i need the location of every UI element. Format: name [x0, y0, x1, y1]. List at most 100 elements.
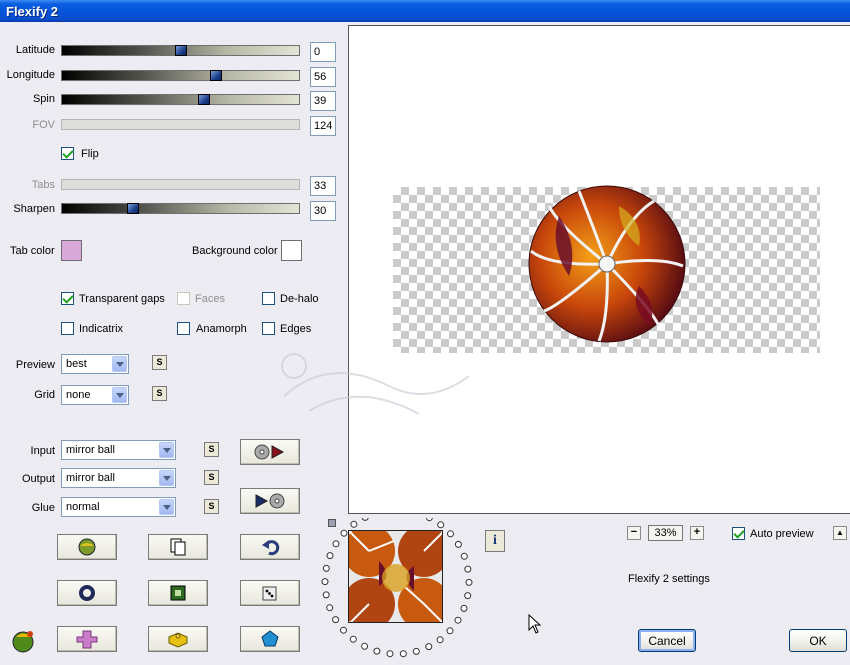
spin-slider-thumb[interactable] — [198, 94, 211, 105]
copy-settings-button[interactable] — [148, 534, 208, 560]
preview-select[interactable]: best — [61, 354, 129, 374]
preview-label: Preview — [15, 359, 55, 371]
chevron-down-icon[interactable] — [159, 499, 174, 515]
undo-button[interactable] — [240, 534, 300, 560]
input-select[interactable]: mirror ball — [61, 440, 176, 460]
grid-select[interactable]: none — [61, 385, 129, 405]
longitude-slider-thumb[interactable] — [210, 70, 223, 81]
tabs-value[interactable]: 33 — [310, 176, 336, 196]
ring-dot — [465, 578, 473, 586]
output-s-button[interactable]: S — [204, 470, 219, 485]
brick-icon — [168, 632, 188, 648]
window-title: Flexify 2 — [6, 4, 59, 19]
zoom-level: 33% — [648, 525, 683, 541]
faces-checkbox — [177, 292, 190, 305]
ring-dot — [350, 520, 358, 528]
copy-pages-icon — [170, 538, 186, 556]
copy-output-to-input-button[interactable] — [240, 488, 300, 514]
globe-icon — [78, 538, 96, 556]
glue-s-button[interactable]: S — [204, 499, 219, 514]
watermark-logo — [281, 353, 470, 415]
pentagon-icon — [261, 630, 279, 647]
chevron-down-icon[interactable] — [159, 442, 174, 458]
scroll-up-button[interactable]: ▲ — [833, 526, 847, 540]
dehalo-label: De-halo — [280, 293, 319, 305]
ring-handle[interactable] — [328, 519, 336, 527]
latitude-value[interactable]: 0 — [310, 42, 336, 62]
fov-slider — [61, 119, 300, 130]
fov-value[interactable]: 124 — [310, 116, 336, 136]
glue-select-value: normal — [66, 501, 100, 513]
latitude-slider-thumb[interactable] — [174, 45, 187, 56]
ring-dot — [332, 540, 340, 548]
output-select[interactable]: mirror ball — [61, 468, 176, 488]
longitude-value[interactable]: 56 — [310, 67, 336, 87]
grid-label: Grid — [34, 389, 55, 401]
ring-dot — [399, 650, 407, 658]
glue-select[interactable]: normal — [61, 497, 176, 517]
ring-dot — [437, 521, 445, 529]
cancel-button[interactable]: Cancel — [638, 629, 696, 652]
fov-label: FOV — [32, 119, 55, 131]
ring-dot — [446, 627, 454, 635]
indicatrix-checkbox[interactable] — [61, 322, 74, 335]
square-frame-icon — [170, 585, 186, 601]
ring-dot — [326, 604, 334, 612]
ring-dot — [464, 565, 472, 573]
flip-checkbox[interactable] — [61, 147, 74, 160]
transparent-gaps-checkbox[interactable] — [61, 292, 74, 305]
grid-s-button[interactable]: S — [152, 386, 167, 401]
auto-preview-checkbox[interactable] — [732, 527, 745, 540]
ring-dot — [361, 518, 369, 521]
edges-checkbox[interactable] — [262, 322, 275, 335]
zoom-in-button[interactable]: + — [690, 526, 704, 540]
preview-s-button[interactable]: S — [152, 355, 167, 370]
brick-button[interactable] — [148, 626, 208, 652]
ring-dot — [326, 552, 334, 560]
input-s-button[interactable]: S — [204, 442, 219, 457]
anamorph-checkbox[interactable] — [177, 322, 190, 335]
sharpen-value[interactable]: 30 — [310, 201, 336, 221]
ring-button[interactable] — [57, 580, 117, 606]
info-button[interactable]: i — [485, 530, 505, 552]
chevron-down-icon[interactable] — [112, 356, 127, 372]
ring-dot — [454, 616, 462, 624]
transparent-gaps-label: Transparent gaps — [79, 293, 165, 305]
chevron-down-icon[interactable] — [112, 387, 127, 403]
sharpen-slider[interactable] — [61, 203, 300, 214]
flip-label: Flip — [81, 148, 99, 160]
spin-slider[interactable] — [61, 94, 300, 105]
sharpen-slider-thumb[interactable] — [127, 203, 140, 214]
faces-label: Faces — [195, 293, 225, 305]
background-color-swatch[interactable] — [281, 240, 302, 261]
longitude-slider[interactable] — [61, 70, 300, 81]
zoom-out-button[interactable]: − — [627, 526, 641, 540]
cross-button[interactable] — [57, 626, 117, 652]
mouse-cursor-icon — [528, 614, 542, 634]
dehalo-checkbox[interactable] — [262, 292, 275, 305]
tab-color-swatch[interactable] — [61, 240, 82, 261]
random-dice-button[interactable] — [240, 580, 300, 606]
longitude-label: Longitude — [6, 69, 55, 81]
indicatrix-label: Indicatrix — [79, 323, 124, 335]
tab-color-label: Tab color — [10, 245, 55, 257]
latitude-slider[interactable] — [61, 45, 300, 56]
copy-input-to-output-button[interactable] — [240, 439, 300, 465]
ring-icon — [79, 585, 95, 601]
frame-button[interactable] — [148, 580, 208, 606]
pentagon-button[interactable] — [240, 626, 300, 652]
ring-dot — [460, 552, 468, 560]
settings-title: Flexify 2 settings — [628, 573, 710, 585]
ok-button[interactable]: OK — [789, 629, 847, 652]
ring-dot — [349, 635, 357, 643]
chevron-down-icon[interactable] — [159, 470, 174, 486]
preview-thumbnail[interactable] — [348, 530, 443, 623]
ring-dot — [386, 650, 394, 658]
ring-dot — [447, 530, 454, 538]
randomize-globe-button[interactable] — [57, 534, 117, 560]
output-label: Output — [21, 473, 55, 485]
preview-pane[interactable] — [281, 25, 850, 514]
window-title-bar: Flexify 2 — [0, 0, 850, 22]
ring-dot — [361, 642, 369, 650]
spin-value[interactable]: 39 — [310, 91, 336, 111]
